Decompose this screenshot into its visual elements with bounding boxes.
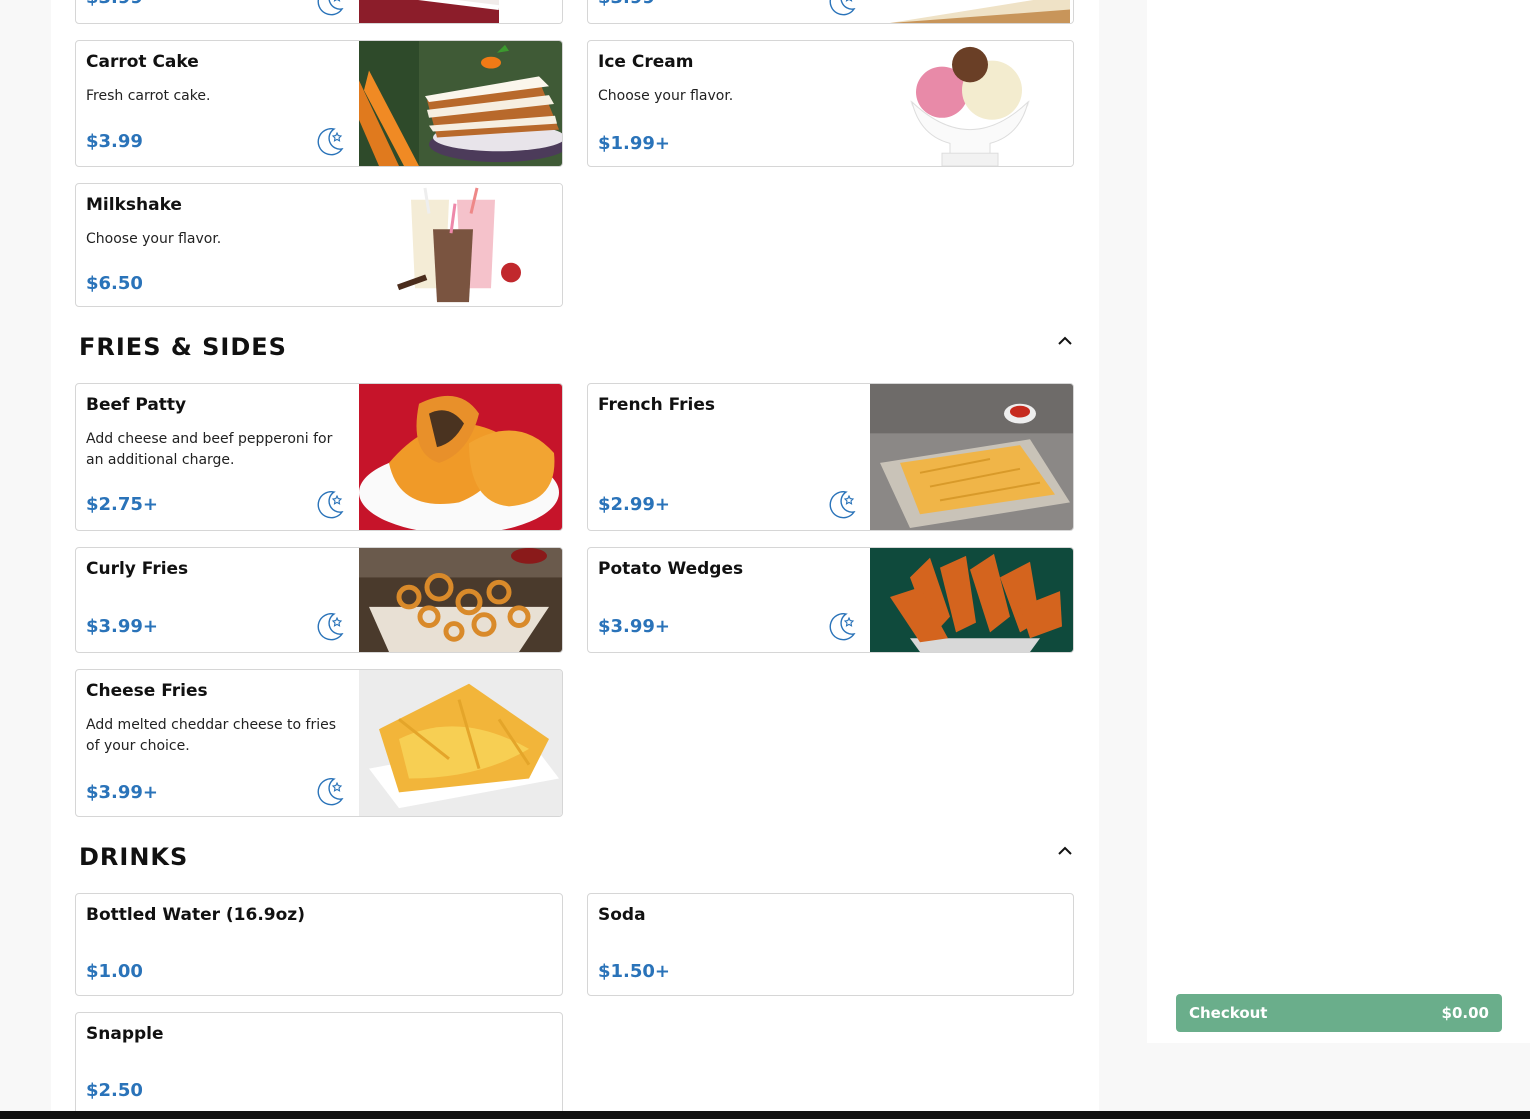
- item-price: $3.99+: [86, 782, 159, 803]
- item-price: $6.50: [86, 273, 143, 294]
- moon-star-icon: [317, 613, 344, 641]
- item-name: Curly Fries: [86, 559, 189, 579]
- item-price: $2.99+: [598, 494, 671, 515]
- right-gutter: [1099, 0, 1147, 1119]
- menu-item-card[interactable]: Milkshake Choose your flavor. $6.50: [75, 183, 563, 307]
- item-price: $2.50: [86, 1080, 143, 1101]
- item-name: Milkshake: [86, 195, 182, 215]
- item-price: $3.99+: [598, 616, 671, 637]
- section-title-drinks: DRINKS: [79, 843, 189, 871]
- item-price: $3.99: [86, 131, 143, 152]
- moon-star-icon: [829, 0, 856, 16]
- moon-star-icon: [317, 0, 344, 16]
- item-price: $2.75+: [86, 494, 159, 515]
- menu-item-card[interactable]: Carrot Cake Fresh carrot cake. $3.99: [75, 40, 563, 167]
- section-title-fries-sides: FRIES & SIDES: [79, 333, 287, 361]
- item-description: Choose your flavor.: [598, 88, 734, 104]
- bottom-bar: [0, 1111, 1530, 1119]
- chevron-up-icon[interactable]: [1056, 845, 1074, 857]
- beef-patty-image: [359, 384, 562, 530]
- ice-cream-image: [870, 41, 1073, 166]
- milkshake-image: [359, 184, 562, 306]
- menu-item-card[interactable]: French Fries $2.99+: [587, 383, 1074, 531]
- menu-item-card[interactable]: Beef Patty Add cheese and beef pepperoni…: [75, 383, 563, 531]
- carrot-cake-image: [359, 41, 562, 166]
- menu-item-card[interactable]: Curly Fries $3.99+: [75, 547, 563, 653]
- menu-item-card[interactable]: Potato Wedges $3.99+: [587, 547, 1074, 653]
- cart-panel: [1147, 0, 1530, 1043]
- red-velvet-cake-image: [359, 0, 562, 23]
- item-name: Potato Wedges: [598, 559, 744, 579]
- item-price: $3.99+: [86, 616, 159, 637]
- item-price: $1.99+: [598, 133, 671, 154]
- item-name: French Fries: [598, 395, 716, 415]
- menu-item-card[interactable]: Snapple $2.50: [75, 1012, 563, 1119]
- menu-item-card[interactable]: Ice Cream Choose your flavor. $1.99+: [587, 40, 1074, 167]
- item-price: $1.50+: [598, 961, 671, 982]
- item-price: $3.99: [598, 0, 655, 8]
- item-price: $1.00: [86, 961, 143, 982]
- french-fries-image: [870, 384, 1073, 530]
- item-description: Add cheese and beef pepperoni for an add…: [86, 431, 333, 468]
- checkout-button[interactable]: Checkout $0.00: [1176, 994, 1502, 1032]
- chevron-up-icon[interactable]: [1056, 335, 1074, 347]
- menu-item-card[interactable]: Soda $1.50+: [587, 893, 1074, 996]
- cheese-fries-image: [359, 670, 562, 816]
- menu-item-card[interactable]: Bottled Water (16.9oz) $1.00: [75, 893, 563, 996]
- checkout-label: Checkout: [1189, 1004, 1268, 1022]
- item-name: Cheese Fries: [86, 681, 208, 701]
- item-description: Fresh carrot cake.: [86, 88, 211, 104]
- checkout-total: $0.00: [1441, 1004, 1489, 1022]
- moon-star-icon: [317, 128, 344, 156]
- item-description: Choose your flavor.: [86, 231, 222, 247]
- potato-wedges-image: [870, 548, 1073, 652]
- item-name: Soda: [598, 905, 646, 925]
- item-price: $3.99: [86, 0, 143, 8]
- moon-star-icon: [829, 491, 856, 519]
- item-description: Add melted cheddar cheese to fries of yo…: [86, 717, 337, 754]
- item-name: Snapple: [86, 1024, 164, 1044]
- item-name: Carrot Cake: [86, 52, 199, 72]
- item-name: Ice Cream: [598, 52, 694, 72]
- menu-item-card[interactable]: Cheese Fries Add melted cheddar cheese t…: [75, 669, 563, 817]
- menu-item-card[interactable]: $3.99: [75, 0, 563, 24]
- item-name: Beef Patty: [86, 395, 187, 415]
- moon-star-icon: [317, 778, 344, 806]
- curly-fries-image: [359, 548, 562, 652]
- menu-panel: $3.99 $3.99 Carrot Cake Fresh carrot cak…: [51, 0, 1099, 1119]
- cheesecake-image: [870, 0, 1073, 23]
- cart-footer: [1147, 1043, 1530, 1111]
- moon-star-icon: [317, 491, 344, 519]
- menu-item-card[interactable]: $3.99: [587, 0, 1074, 24]
- item-name: Bottled Water (16.9oz): [86, 905, 305, 925]
- left-gutter: [0, 0, 51, 1119]
- moon-star-icon: [829, 613, 856, 641]
